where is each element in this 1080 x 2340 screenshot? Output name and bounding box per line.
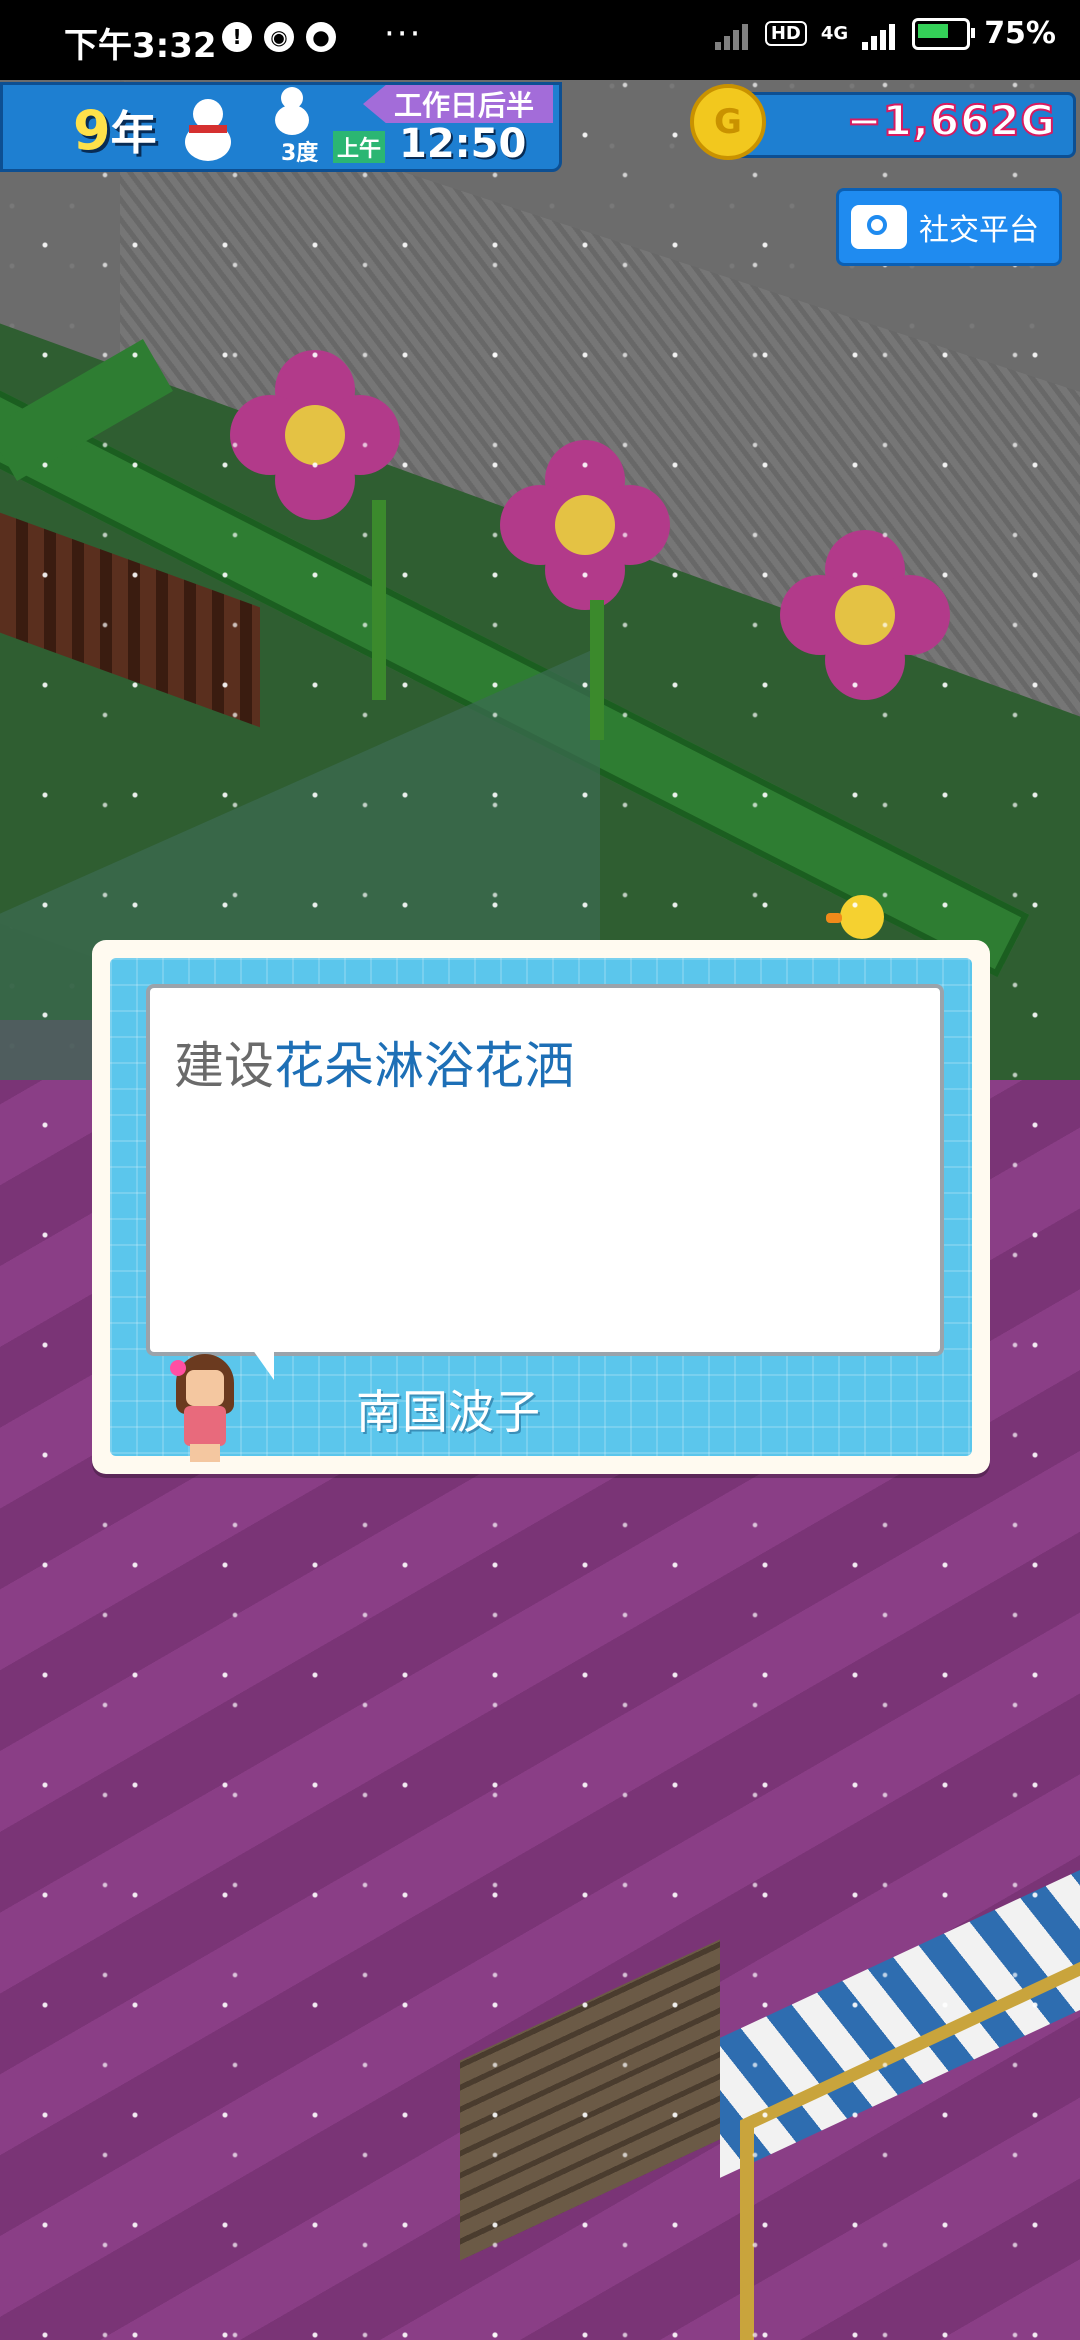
camera-icon [851,205,907,249]
system-indicators: HD 4G 75% [714,16,1056,51]
notification-icons: ! ◉ ● [222,22,336,52]
dialog-frame: 建设花朵淋浴花洒 南国波子 [110,958,972,1462]
rubber-duck-icon [826,895,884,939]
network-type: 4G [820,23,849,44]
status-time: 下午3:32 [64,26,217,66]
dialog-box[interactable]: 建设花朵淋浴花洒 南国波子 [92,940,990,1474]
battery-icon [912,17,976,50]
year-display: 9年 [73,97,157,163]
game-clock: 12:50 [399,121,527,167]
speaker-avatar [170,1354,240,1464]
bubble-tail [250,1346,274,1380]
status-bar: 下午3:32 ! ◉ ● ··· HD 4G 75% [0,0,1080,80]
dialog-message: 建设花朵淋浴花洒 [174,1026,574,1098]
alert-notification-icon: ! [222,22,252,52]
wechat-icon: ◉ [264,22,294,52]
flower-shower-3[interactable] [780,530,950,700]
date-time-panel: 9年 3度 上午 12:50 工作日后半 [0,82,562,172]
speaker-name: 南国波子 [356,1385,540,1439]
battery-percent: 75% [984,16,1056,51]
speech-bubble: 建设花朵淋浴花洒 [146,984,944,1356]
flower-shower-2[interactable] [500,440,670,610]
gold-coin-icon: G [690,84,766,160]
message-highlight: 花朵淋浴花洒 [274,1037,574,1095]
battery-fill [918,23,949,38]
temperature: 3度 [281,141,319,166]
signal-1-icon [714,18,751,50]
snowman-season-icon [173,95,243,165]
year-unit: 年 [110,106,157,160]
flower-shower-1[interactable] [230,350,400,520]
year-number: 9 [73,99,111,162]
weather-snowman-icon [273,87,313,137]
social-platform-label: 社交平台 [919,213,1039,248]
more-notifications-icon: ··· [384,14,423,54]
am-pm-badge: 上午 [333,131,386,163]
signal-2-icon [862,18,898,50]
social-platform-button[interactable]: 社交平台 [836,188,1062,266]
message-prefix: 建设 [174,1037,274,1095]
money-amount: −1,662G [845,95,1056,146]
cabana-structure[interactable] [700,1842,1080,2340]
hd-badge: HD [764,21,807,46]
flower-stem-2 [590,600,604,740]
droplet-icon: ● [306,22,336,52]
period-label: 工作日后半 [363,85,553,123]
flower-stem-1 [372,500,386,700]
money-display: G −1,662G [690,84,1076,160]
